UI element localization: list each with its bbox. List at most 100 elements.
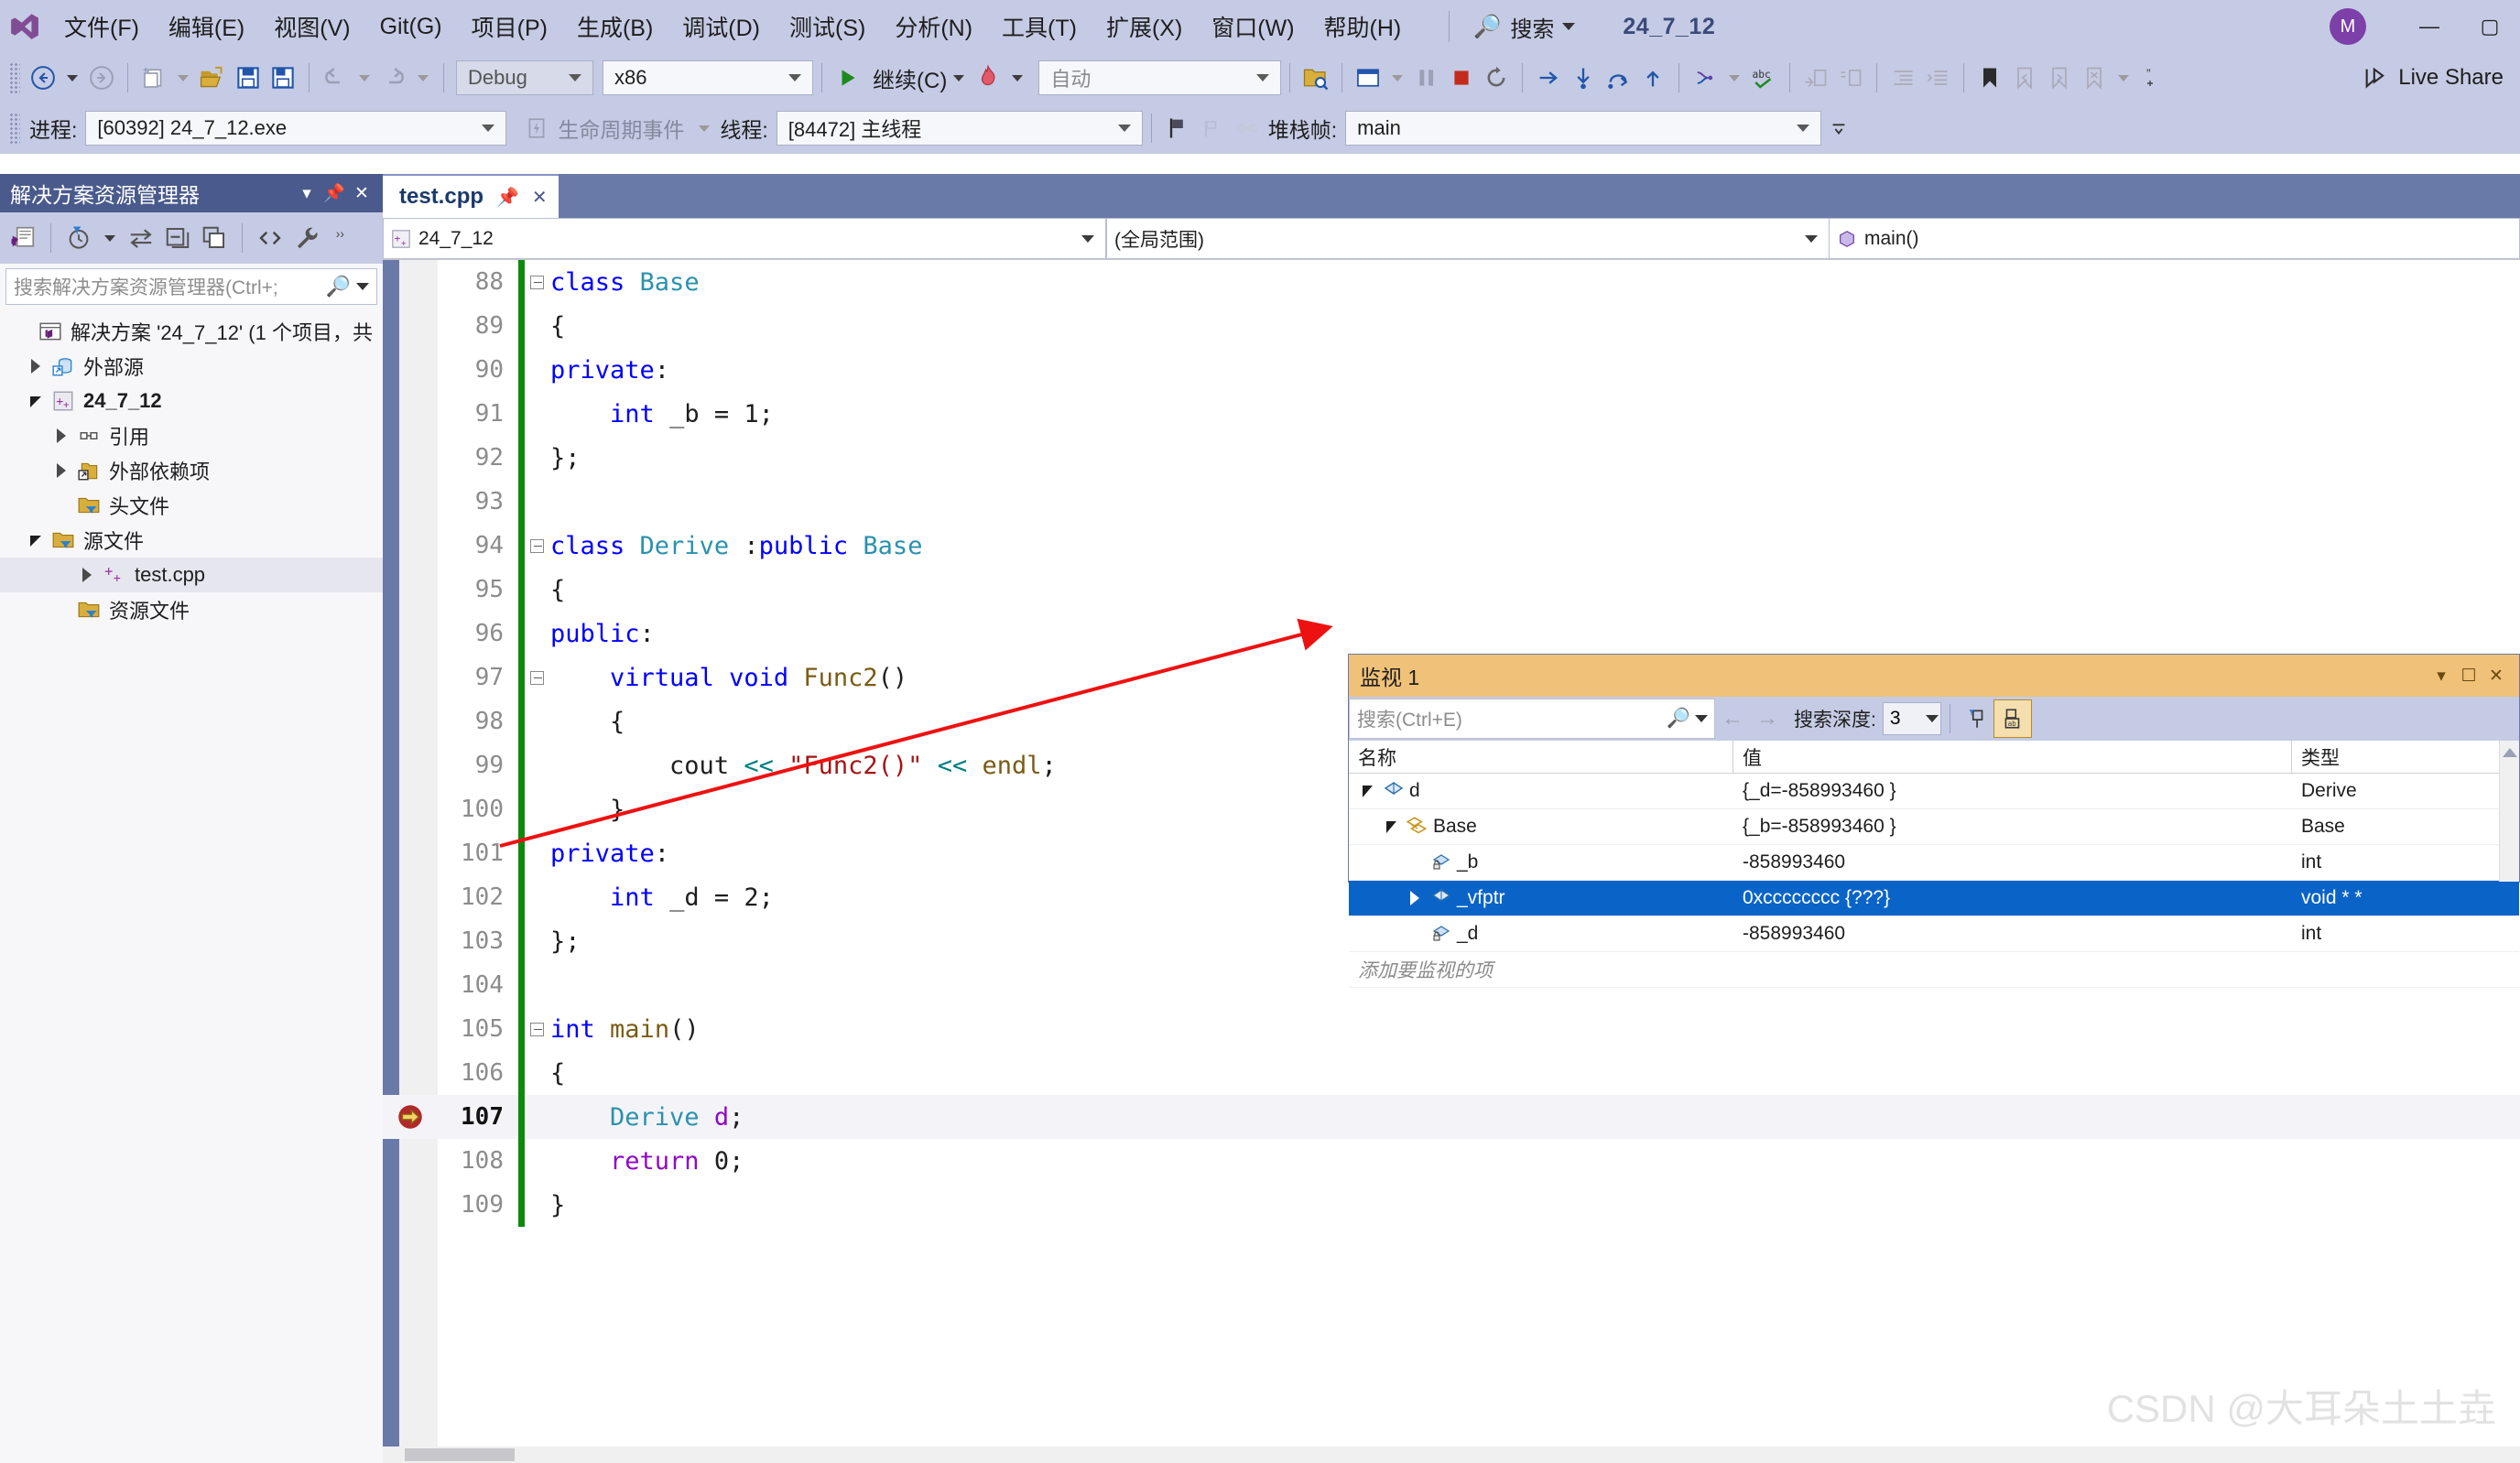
code-line[interactable]: 92};: [383, 436, 2520, 480]
twisty-expanded-icon[interactable]: [1356, 786, 1378, 797]
navigate-forward-icon[interactable]: [84, 60, 119, 96]
view-code-icon[interactable]: [253, 220, 288, 256]
show-all-files-icon[interactable]: [197, 220, 232, 256]
code-line[interactable]: 93: [383, 480, 2520, 524]
lifecycle-events-label[interactable]: 生命周期事件: [558, 113, 684, 144]
filter-dropdown-icon[interactable]: [104, 235, 115, 242]
nav-project-combo[interactable]: ++ 24_7_12: [383, 218, 1106, 259]
bookmarks-dropdown-icon[interactable]: [2118, 75, 2129, 81]
step-out-icon[interactable]: [1635, 60, 1670, 96]
watch-value-cell[interactable]: {_b=-858993460 }: [1733, 809, 2292, 845]
pin-column-icon[interactable]: [1959, 700, 1993, 737]
save-all-icon[interactable]: [266, 60, 300, 96]
string-view-toggle-icon[interactable]: ab: [1993, 699, 2032, 738]
code-line[interactable]: 89{: [383, 304, 2520, 348]
redo-dropdown-icon[interactable]: [418, 75, 429, 81]
code-line[interactable]: 108 return 0;: [383, 1139, 2520, 1183]
chevron-down-icon[interactable]: ▾: [293, 179, 320, 207]
new-dropdown-icon[interactable]: [178, 75, 189, 81]
process-mode-combo[interactable]: 自动: [1038, 60, 1281, 95]
pin-icon[interactable]: 📌: [496, 186, 519, 209]
column-header-value[interactable]: 值: [1733, 741, 2292, 774]
avatar[interactable]: M: [2330, 8, 2366, 45]
toggle-bookmark-icon[interactable]: [1972, 60, 2007, 96]
code-line[interactable]: 94class Derive :public Base: [383, 524, 2520, 568]
tree-node-header-files[interactable]: 头文件: [0, 488, 383, 523]
nav-member-combo[interactable]: main(): [1830, 218, 2520, 259]
live-share-button[interactable]: Live Share: [2362, 65, 2504, 91]
refactor-icon[interactable]: [1688, 60, 1722, 96]
window-layout-icon[interactable]: [1351, 60, 1385, 96]
tree-node-test-cpp[interactable]: ++ test.cpp: [0, 558, 383, 592]
menu-test[interactable]: 测试(S): [775, 6, 880, 47]
menu-git[interactable]: Git(G): [365, 10, 457, 44]
maximize-icon[interactable]: ☐: [2455, 662, 2482, 689]
hot-reload-dropdown-icon[interactable]: [1012, 75, 1023, 81]
redo-icon[interactable]: [376, 60, 411, 96]
solution-home-icon[interactable]: [5, 220, 40, 256]
decrease-indent-icon[interactable]: [1885, 60, 1920, 96]
properties-wrench-icon[interactable]: [289, 220, 324, 256]
column-header-name[interactable]: 名称: [1349, 741, 1733, 774]
menu-edit[interactable]: 编辑(E): [154, 6, 259, 47]
watch-value-cell[interactable]: {_d=-858993460 }: [1733, 774, 2292, 809]
lifecycle-dropdown-icon[interactable]: [699, 125, 710, 132]
code-line[interactable]: 109}: [383, 1183, 2520, 1227]
twisty-collapsed-icon[interactable]: [1404, 891, 1426, 905]
code-line[interactable]: 91 int _b = 1;: [383, 392, 2520, 436]
fold-collapse-icon[interactable]: [525, 539, 549, 553]
watch-scrollbar[interactable]: [2499, 741, 2519, 882]
previous-bookmark-icon[interactable]: [2007, 60, 2042, 96]
restart-icon[interactable]: [1479, 60, 1514, 96]
tree-node-project[interactable]: ++ 24_7_12: [0, 384, 383, 418]
menu-view[interactable]: 视图(V): [259, 6, 364, 47]
undo-dropdown-icon[interactable]: [359, 75, 370, 81]
thread-switch-icon[interactable]: [1230, 110, 1265, 146]
chevron-down-icon[interactable]: ▾: [2428, 662, 2455, 689]
undo-icon[interactable]: [318, 60, 353, 96]
next-bookmark-icon[interactable]: [2042, 60, 2077, 96]
toolbar-grip[interactable]: [9, 62, 20, 93]
hot-reload-icon[interactable]: [971, 60, 1005, 96]
menu-window[interactable]: 窗口(W): [1197, 6, 1309, 47]
column-header-type[interactable]: 类型: [2292, 741, 2519, 774]
watch-row[interactable]: _b-858993460int: [1349, 845, 2519, 881]
menu-tools[interactable]: 工具(T): [987, 6, 1092, 47]
twisty-expanded[interactable]: [24, 534, 48, 547]
toolbar-overflow-icon[interactable]: ”: [2135, 60, 2170, 96]
close-icon[interactable]: ✕: [532, 186, 548, 209]
sync-with-active-document-icon[interactable]: [124, 220, 158, 256]
chevron-down-icon[interactable]: [1695, 715, 1708, 722]
uncomment-icon[interactable]: [1833, 60, 1868, 96]
watch-row[interactable]: Base{_b=-858993460 }Base: [1349, 809, 2519, 845]
close-icon[interactable]: ✕: [2482, 662, 2510, 689]
watch-value-cell[interactable]: -858993460: [1733, 845, 2292, 881]
break-all-icon[interactable]: [1409, 60, 1444, 96]
collapse-all-icon[interactable]: [160, 220, 195, 256]
stop-debugging-icon[interactable]: [1444, 60, 1479, 96]
menu-file[interactable]: 文件(F): [49, 6, 154, 47]
editor-horizontal-scrollbar[interactable]: [383, 1447, 2520, 1463]
pin-icon[interactable]: 📌: [320, 179, 348, 207]
code-line[interactable]: 88class Base: [383, 260, 2520, 304]
open-file-icon[interactable]: [195, 60, 231, 96]
code-line[interactable]: 90private:: [383, 348, 2520, 392]
search-folder-icon[interactable]: [1298, 60, 1333, 96]
tree-node-source-files[interactable]: 源文件: [0, 523, 383, 558]
code-line[interactable]: 107 Derive d;: [383, 1095, 2520, 1139]
clear-bookmarks-icon[interactable]: [2077, 60, 2112, 96]
code-line[interactable]: 106{: [383, 1051, 2520, 1095]
watch-row[interactable]: _d-858993460int: [1349, 916, 2519, 952]
stackframe-combo[interactable]: main: [1345, 111, 1821, 146]
solution-explorer-search[interactable]: 搜索解决方案资源管理器(Ctrl+; 🔍: [5, 268, 377, 305]
navigate-back-icon[interactable]: [26, 60, 60, 96]
show-flagged-threads-icon[interactable]: [1195, 110, 1230, 146]
configuration-combo[interactable]: Debug: [456, 60, 593, 95]
tab-test-cpp[interactable]: test.cpp 📌 ✕: [383, 174, 559, 218]
tree-node-resource-files[interactable]: 资源文件: [0, 592, 383, 627]
menu-debug[interactable]: 调试(D): [668, 6, 775, 47]
search-depth-combo[interactable]: 3: [1883, 702, 1941, 735]
twisty-expanded-icon[interactable]: [1380, 821, 1402, 833]
step-into-icon[interactable]: [1566, 60, 1601, 96]
fold-collapse-icon[interactable]: [525, 671, 549, 685]
